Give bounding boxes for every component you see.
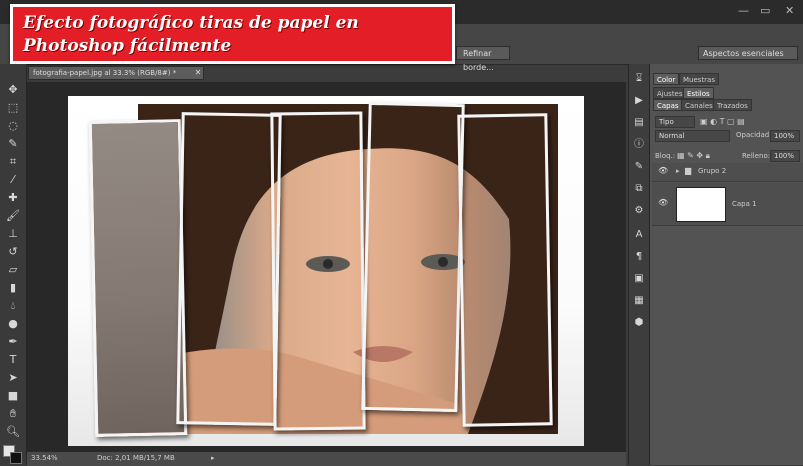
paper-strip-2 (176, 112, 282, 426)
path-select-tool-icon[interactable]: ➤ (4, 370, 22, 386)
status-bar: 33.54% Doc: 2,01 MB/15,7 MB ▸ (27, 451, 626, 466)
move-tool-icon[interactable]: ✥ (4, 82, 22, 98)
minimize-icon[interactable]: — (738, 4, 749, 17)
layer-row-group[interactable]: 👁︎ ▸ ▆ Grupo 2 (652, 163, 803, 182)
dodge-tool-icon[interactable]: ● (4, 316, 22, 332)
tab-swatches[interactable]: Muestras (679, 73, 719, 85)
notes-icon[interactable]: ▦ (632, 294, 646, 308)
status-menu-icon[interactable]: ▸ (211, 452, 215, 465)
fill-input[interactable]: 100% (770, 150, 800, 162)
paper-strip-4 (361, 101, 465, 413)
layer-kind-filter[interactable]: Tipo (655, 116, 695, 128)
refine-edge-button[interactable]: Refinar borde... (456, 46, 510, 72)
play-icon[interactable]: ▶ (632, 94, 646, 108)
blend-mode-select[interactable]: Normal (655, 130, 730, 142)
expand-arrow-icon[interactable]: ▸ (676, 167, 680, 175)
tab-channels[interactable]: Canales (681, 99, 717, 111)
brush-tool-icon[interactable]: 🖌︎ (4, 208, 22, 224)
tab-color[interactable]: Color (653, 73, 680, 85)
visibility-eye-icon[interactable]: 👁︎ (658, 198, 668, 207)
tab-adjustments[interactable]: Ajustes (653, 87, 687, 99)
paragraph-icon[interactable]: ¶ (632, 250, 646, 264)
tools-panel: ✥ ⬚ ◌ ✎ ⌗ ⁄ ✚ 🖌︎ ⊥ ↺ ▱ ▮ 💧︎ ● ✒ T ➤ ■ ✋︎… (0, 64, 27, 465)
maximize-icon[interactable]: ▭ (760, 4, 770, 17)
eraser-tool-icon[interactable]: ▱ (4, 262, 22, 278)
color-tabs: Color Muestras (653, 73, 801, 85)
background-color-swatch[interactable] (10, 452, 22, 464)
opacity-input[interactable]: 100% (770, 130, 800, 142)
lock-icons[interactable]: ▦ ✎ ✥ 🔒︎ (677, 151, 710, 161)
lasso-tool-icon[interactable]: ◌ (4, 118, 22, 134)
layer-row-layer[interactable]: 👁︎ Capa 1 (652, 183, 803, 226)
quick-select-tool-icon[interactable]: ✎ (4, 136, 22, 152)
banner-line-2: Photoshop fácilmente (23, 36, 232, 56)
layer-thumbnail (676, 187, 726, 222)
tab-styles[interactable]: Estilos (683, 87, 714, 99)
zoom-level[interactable]: 33.54% (31, 452, 58, 465)
close-icon[interactable]: ✕ (785, 4, 794, 17)
marquee-tool-icon[interactable]: ⬚ (4, 100, 22, 116)
gradient-tool-icon[interactable]: ▮ (4, 280, 22, 296)
filter-icons[interactable]: ▣ ◐ T ▢ ▤ (700, 117, 745, 126)
adjustment-tabs: Ajustes Estilos (653, 87, 801, 99)
blur-tool-icon[interactable]: 💧︎ (4, 298, 22, 314)
history-brush-tool-icon[interactable]: ↺ (4, 244, 22, 260)
layer-name[interactable]: Capa 1 (732, 200, 757, 208)
right-panels: Color Muestras Ajustes Estilos Capas Can… (650, 64, 803, 465)
fill-label: Relleno: (742, 152, 771, 160)
character-icon[interactable]: A (632, 228, 646, 242)
visibility-eye-icon[interactable]: 👁︎ (658, 166, 668, 175)
panel-dock: ⌛︎ ▶ ▤ ⓘ ✎ ⧉ ⚙ A ¶ ▣ ▦ ⬢ (628, 64, 650, 465)
document-tab-close-icon[interactable]: ✕ (192, 66, 204, 80)
layer-name[interactable]: Grupo 2 (698, 167, 726, 175)
opacity-label: Opacidad: (736, 131, 772, 139)
tab-paths[interactable]: Trazados (713, 99, 752, 111)
clone-source-icon[interactable]: ⧉ (632, 182, 646, 196)
clone-stamp-tool-icon[interactable]: ⊥ (4, 226, 22, 242)
document-tab[interactable]: fotografia-papel.jpg al 33.3% (RGB/8#) * (28, 66, 204, 80)
hand-tool-icon[interactable]: ✋︎ (4, 406, 22, 422)
paper-strip-3 (270, 111, 366, 431)
paper-strip-1 (88, 119, 188, 437)
shape-tool-icon[interactable]: ■ (4, 388, 22, 404)
folder-icon: ▆ (685, 166, 692, 175)
type-tool-icon[interactable]: T (4, 352, 22, 368)
crop-tool-icon[interactable]: ⌗ (4, 154, 22, 170)
banner-line-1: Efecto fotográfico tiras de papel en (23, 13, 359, 33)
info-icon[interactable]: ⓘ (632, 138, 646, 152)
title-banner: Efecto fotográfico tiras de papel en Pho… (10, 4, 455, 64)
document-size: Doc: 2,01 MB/15,7 MB (97, 454, 175, 462)
3d-icon[interactable]: ⬢ (632, 316, 646, 330)
tool-presets-icon[interactable]: ⚙ (632, 204, 646, 218)
history-icon[interactable]: ⌛︎ (632, 72, 646, 86)
pen-tool-icon[interactable]: ✒ (4, 334, 22, 350)
tab-layers[interactable]: Capas (653, 99, 683, 111)
healing-brush-tool-icon[interactable]: ✚ (4, 190, 22, 206)
paper-strip-5 (457, 113, 553, 427)
actions-icon[interactable]: ▤ (632, 116, 646, 130)
lock-label: Bloq.: (655, 152, 676, 160)
zoom-tool-icon[interactable]: 🔍︎ (4, 424, 22, 440)
layers-tabs: Capas Canales Trazados (653, 99, 801, 111)
workspace-select[interactable]: Aspectos esenciales (698, 46, 798, 60)
layer-comps-icon[interactable]: ▣ (632, 272, 646, 286)
eyedropper-tool-icon[interactable]: ⁄ (4, 172, 22, 188)
brush-presets-icon[interactable]: ✎ (632, 160, 646, 174)
